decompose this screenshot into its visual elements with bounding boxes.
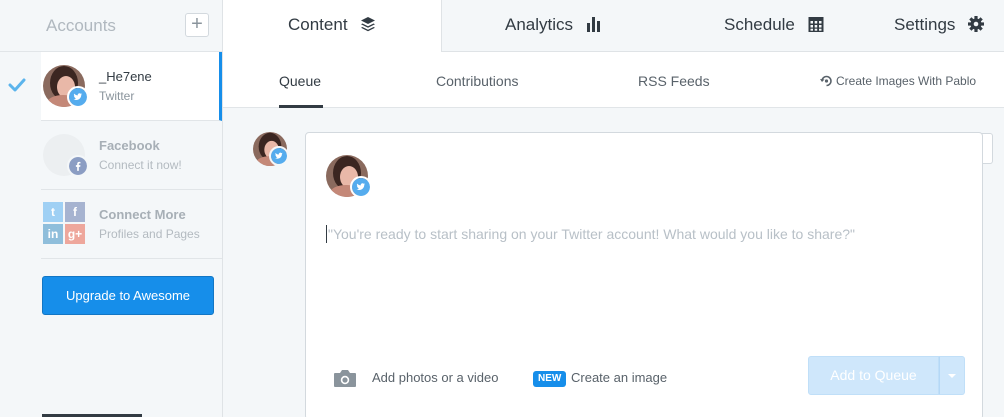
- account-network: Twitter: [99, 89, 135, 103]
- connect-more-sub: Profiles and Pages: [99, 227, 200, 241]
- chevron-down-icon: [948, 374, 956, 378]
- buffer-app: Accounts + _He7ene Twitter Facebook Conn…: [0, 0, 1004, 417]
- googleplus-tile: g+: [65, 224, 85, 244]
- connect-more[interactable]: t f in g+ Connect More Profiles and Page…: [41, 190, 222, 259]
- twitter-icon: [350, 176, 372, 198]
- tab-settings[interactable]: Settings: [894, 0, 985, 52]
- account-name: Facebook: [99, 138, 160, 153]
- queue-area: "You're ready to start sharing on your T…: [223, 108, 1004, 417]
- text-caret: [326, 225, 327, 243]
- account-network: Connect it now!: [99, 158, 182, 172]
- tab-label: Settings: [894, 15, 956, 34]
- post-composer: "You're ready to start sharing on your T…: [305, 132, 983, 417]
- layers-icon: [361, 16, 376, 31]
- twitter-icon: [269, 146, 289, 166]
- sub-tabs: Queue Contributions RSS Feeds Create Ima…: [223, 52, 1004, 108]
- facebook-icon: [67, 155, 89, 177]
- twitter-icon: [67, 86, 89, 108]
- sidebar-title: Accounts: [46, 16, 116, 35]
- pablo-icon: [820, 76, 832, 87]
- main-tabs: Content Analytics Schedule Settings: [223, 0, 1004, 53]
- connect-more-title: Connect More: [99, 207, 186, 222]
- camera-icon[interactable]: [333, 369, 357, 388]
- queue-options-dropdown[interactable]: [939, 356, 965, 395]
- new-badge: NEW: [533, 371, 567, 387]
- subtab-contributions[interactable]: Contributions: [436, 73, 519, 89]
- pablo-link[interactable]: Create Images With Pablo: [820, 74, 976, 88]
- account-twitter[interactable]: _He7ene Twitter: [41, 52, 222, 121]
- account-name: _He7ene: [99, 69, 152, 84]
- tab-label: Schedule: [724, 15, 795, 34]
- gear-icon: [968, 15, 985, 32]
- selected-check-icon: [8, 78, 26, 92]
- composer-input[interactable]: "You're ready to start sharing on your T…: [328, 226, 855, 242]
- bar-chart-icon: [586, 16, 600, 32]
- accounts-sidebar: Accounts + _He7ene Twitter Facebook Conn…: [0, 0, 223, 417]
- account-facebook[interactable]: Facebook Connect it now!: [41, 121, 222, 190]
- sidebar-header: Accounts +: [0, 0, 222, 52]
- twitter-tile: t: [43, 202, 63, 222]
- tab-content[interactable]: Content: [223, 0, 442, 53]
- create-image-link[interactable]: Create an image: [571, 370, 667, 385]
- add-to-queue-button[interactable]: Add to Queue: [808, 356, 939, 395]
- subtab-queue[interactable]: Queue: [279, 73, 321, 89]
- tab-schedule[interactable]: Schedule: [724, 0, 824, 52]
- add-media-link[interactable]: Add photos or a video: [372, 370, 498, 385]
- pablo-label: Create Images With Pablo: [836, 74, 977, 88]
- tab-label: Content: [288, 15, 348, 34]
- add-account-button[interactable]: +: [185, 13, 209, 37]
- calendar-icon: [808, 16, 824, 32]
- social-grid-icon: t f in g+: [43, 202, 85, 244]
- upgrade-button[interactable]: Upgrade to Awesome: [42, 276, 214, 315]
- subtab-rss-feeds[interactable]: RSS Feeds: [638, 73, 710, 89]
- facebook-tile: f: [65, 202, 85, 222]
- linkedin-tile: in: [43, 224, 63, 244]
- tab-label: Analytics: [505, 15, 574, 34]
- tab-analytics[interactable]: Analytics: [505, 0, 602, 52]
